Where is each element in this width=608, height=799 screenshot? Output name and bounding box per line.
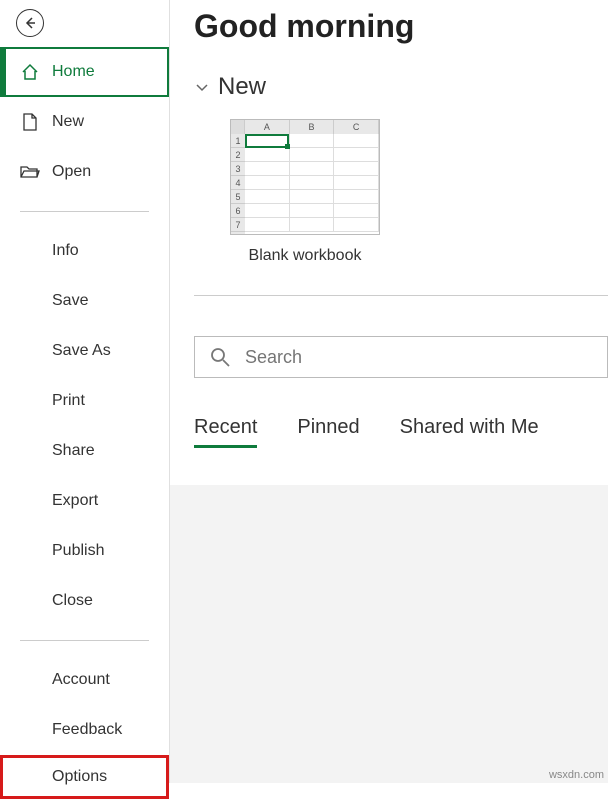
nav-label: Save As bbox=[52, 342, 111, 360]
section-header-new[interactable]: New bbox=[194, 73, 608, 101]
tab-recent[interactable]: Recent bbox=[194, 416, 257, 448]
recent-tabs: Recent Pinned Shared with Me bbox=[194, 416, 608, 448]
folder-open-icon bbox=[20, 162, 40, 182]
nav-label: Print bbox=[52, 392, 85, 410]
templates-row: ABC 1234567 Blank workbook bbox=[230, 119, 608, 265]
nav-label: Info bbox=[52, 242, 79, 260]
divider bbox=[20, 211, 149, 212]
section-title: New bbox=[218, 73, 266, 101]
nav-item-new[interactable]: New bbox=[0, 97, 169, 147]
nav-label: Account bbox=[52, 671, 110, 689]
nav-item-options[interactable]: Options bbox=[0, 755, 169, 799]
watermark: wsxdn.com bbox=[549, 769, 604, 781]
nav-label: New bbox=[52, 113, 84, 131]
back-button[interactable] bbox=[16, 9, 44, 37]
nav-item-export[interactable]: Export bbox=[0, 476, 169, 526]
nav-label: Publish bbox=[52, 542, 104, 560]
nav-item-account[interactable]: Account bbox=[0, 655, 169, 705]
search-box[interactable] bbox=[194, 336, 608, 378]
nav-item-publish[interactable]: Publish bbox=[0, 526, 169, 576]
divider bbox=[20, 640, 149, 641]
nav-label: Open bbox=[52, 163, 91, 181]
nav-item-feedback[interactable]: Feedback bbox=[0, 705, 169, 755]
chevron-down-icon bbox=[194, 79, 210, 95]
nav-file-ops: Info Save Save As Print Share Export Pub… bbox=[0, 226, 169, 626]
tab-pinned[interactable]: Pinned bbox=[297, 416, 359, 448]
nav-item-close[interactable]: Close bbox=[0, 576, 169, 626]
nav-item-share[interactable]: Share bbox=[0, 426, 169, 476]
nav-label: Home bbox=[52, 63, 95, 81]
search-icon bbox=[209, 346, 231, 368]
search-input[interactable] bbox=[245, 347, 593, 368]
nav-item-save-as[interactable]: Save As bbox=[0, 326, 169, 376]
document-icon bbox=[20, 112, 40, 132]
nav-label: Save bbox=[52, 292, 88, 310]
template-blank-workbook[interactable]: ABC 1234567 Blank workbook bbox=[230, 119, 380, 265]
arrow-left-icon bbox=[22, 15, 38, 31]
home-icon bbox=[20, 62, 40, 82]
nav-settings: Account Feedback Options bbox=[0, 655, 169, 799]
template-label: Blank workbook bbox=[230, 247, 380, 265]
nav-label: Share bbox=[52, 442, 95, 460]
nav-label: Export bbox=[52, 492, 98, 510]
template-thumbnail: ABC 1234567 bbox=[230, 119, 380, 235]
nav-item-home[interactable]: Home bbox=[0, 47, 169, 97]
nav-label: Close bbox=[52, 592, 93, 610]
divider bbox=[194, 295, 608, 296]
nav-item-open[interactable]: Open bbox=[0, 147, 169, 197]
nav-item-save[interactable]: Save bbox=[0, 276, 169, 326]
nav-item-info[interactable]: Info bbox=[0, 226, 169, 276]
nav-label: Options bbox=[52, 768, 107, 786]
nav-label: Feedback bbox=[52, 721, 122, 739]
tab-shared-with-me[interactable]: Shared with Me bbox=[400, 416, 539, 448]
page-title: Good morning bbox=[194, 8, 608, 45]
main-content: Good morning New ABC 1234567 bbox=[170, 0, 608, 783]
nav-item-print[interactable]: Print bbox=[0, 376, 169, 426]
nav-primary: Home New Open bbox=[0, 47, 169, 197]
backstage-sidebar: Home New Open Info Save Save As Print Sh… bbox=[0, 0, 170, 783]
